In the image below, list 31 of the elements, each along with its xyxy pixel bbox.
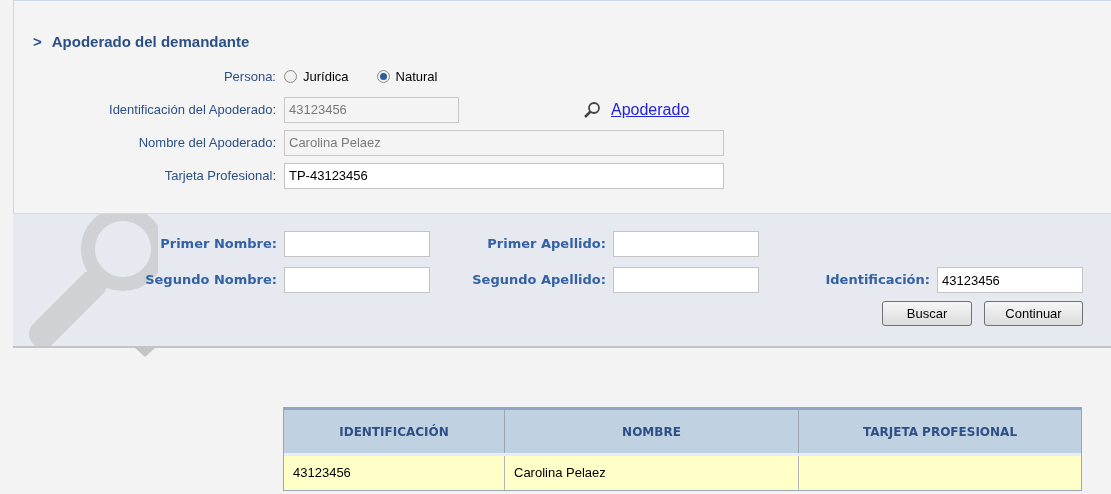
field-label: Nombre del Apoderado: xyxy=(137,133,276,152)
text-field[interactable] xyxy=(284,267,430,293)
text-field[interactable]: 43123456 xyxy=(937,267,1083,293)
field-label: Persona: xyxy=(222,67,276,86)
pointer-notch xyxy=(135,348,155,357)
field-label: Segundo Apellido: xyxy=(471,271,606,290)
text-field[interactable] xyxy=(613,231,759,257)
action-button[interactable]: Continuar xyxy=(984,301,1083,326)
text-field[interactable] xyxy=(284,231,430,257)
field-label: Identificación: xyxy=(824,271,930,290)
table-cell-text: Carolina Pelaez xyxy=(514,464,606,483)
column-header: TARJETA PROFESIONAL xyxy=(798,410,1081,453)
table-cell-text: 43123456 xyxy=(293,464,351,483)
field-label: Primer Nombre: xyxy=(159,235,277,254)
text-field[interactable]: TP-43123456 xyxy=(284,162,724,189)
radio-label: Natural xyxy=(395,67,438,86)
chevron-marker: > xyxy=(33,32,42,52)
search-icon[interactable] xyxy=(583,100,601,119)
radio-label: Jurídica xyxy=(303,67,349,86)
field-label: Primer Apellido: xyxy=(486,235,606,254)
field-label: Tarjeta Profesional: xyxy=(163,166,276,185)
text-field[interactable] xyxy=(613,267,759,293)
field-label: Identificación del Apoderado: xyxy=(108,100,276,119)
radio-button[interactable] xyxy=(284,70,297,83)
column-header: NOMBRE xyxy=(504,410,798,453)
action-button[interactable]: Buscar xyxy=(882,301,972,326)
table-row[interactable]: 43123456 Carolina Pelaez xyxy=(284,456,1081,490)
section-title: Apoderado del demandante xyxy=(51,32,250,52)
radio-button[interactable] xyxy=(376,70,390,83)
field-label: Segundo Nombre: xyxy=(144,271,277,290)
column-header: IDENTIFICACIÓN xyxy=(338,423,450,441)
